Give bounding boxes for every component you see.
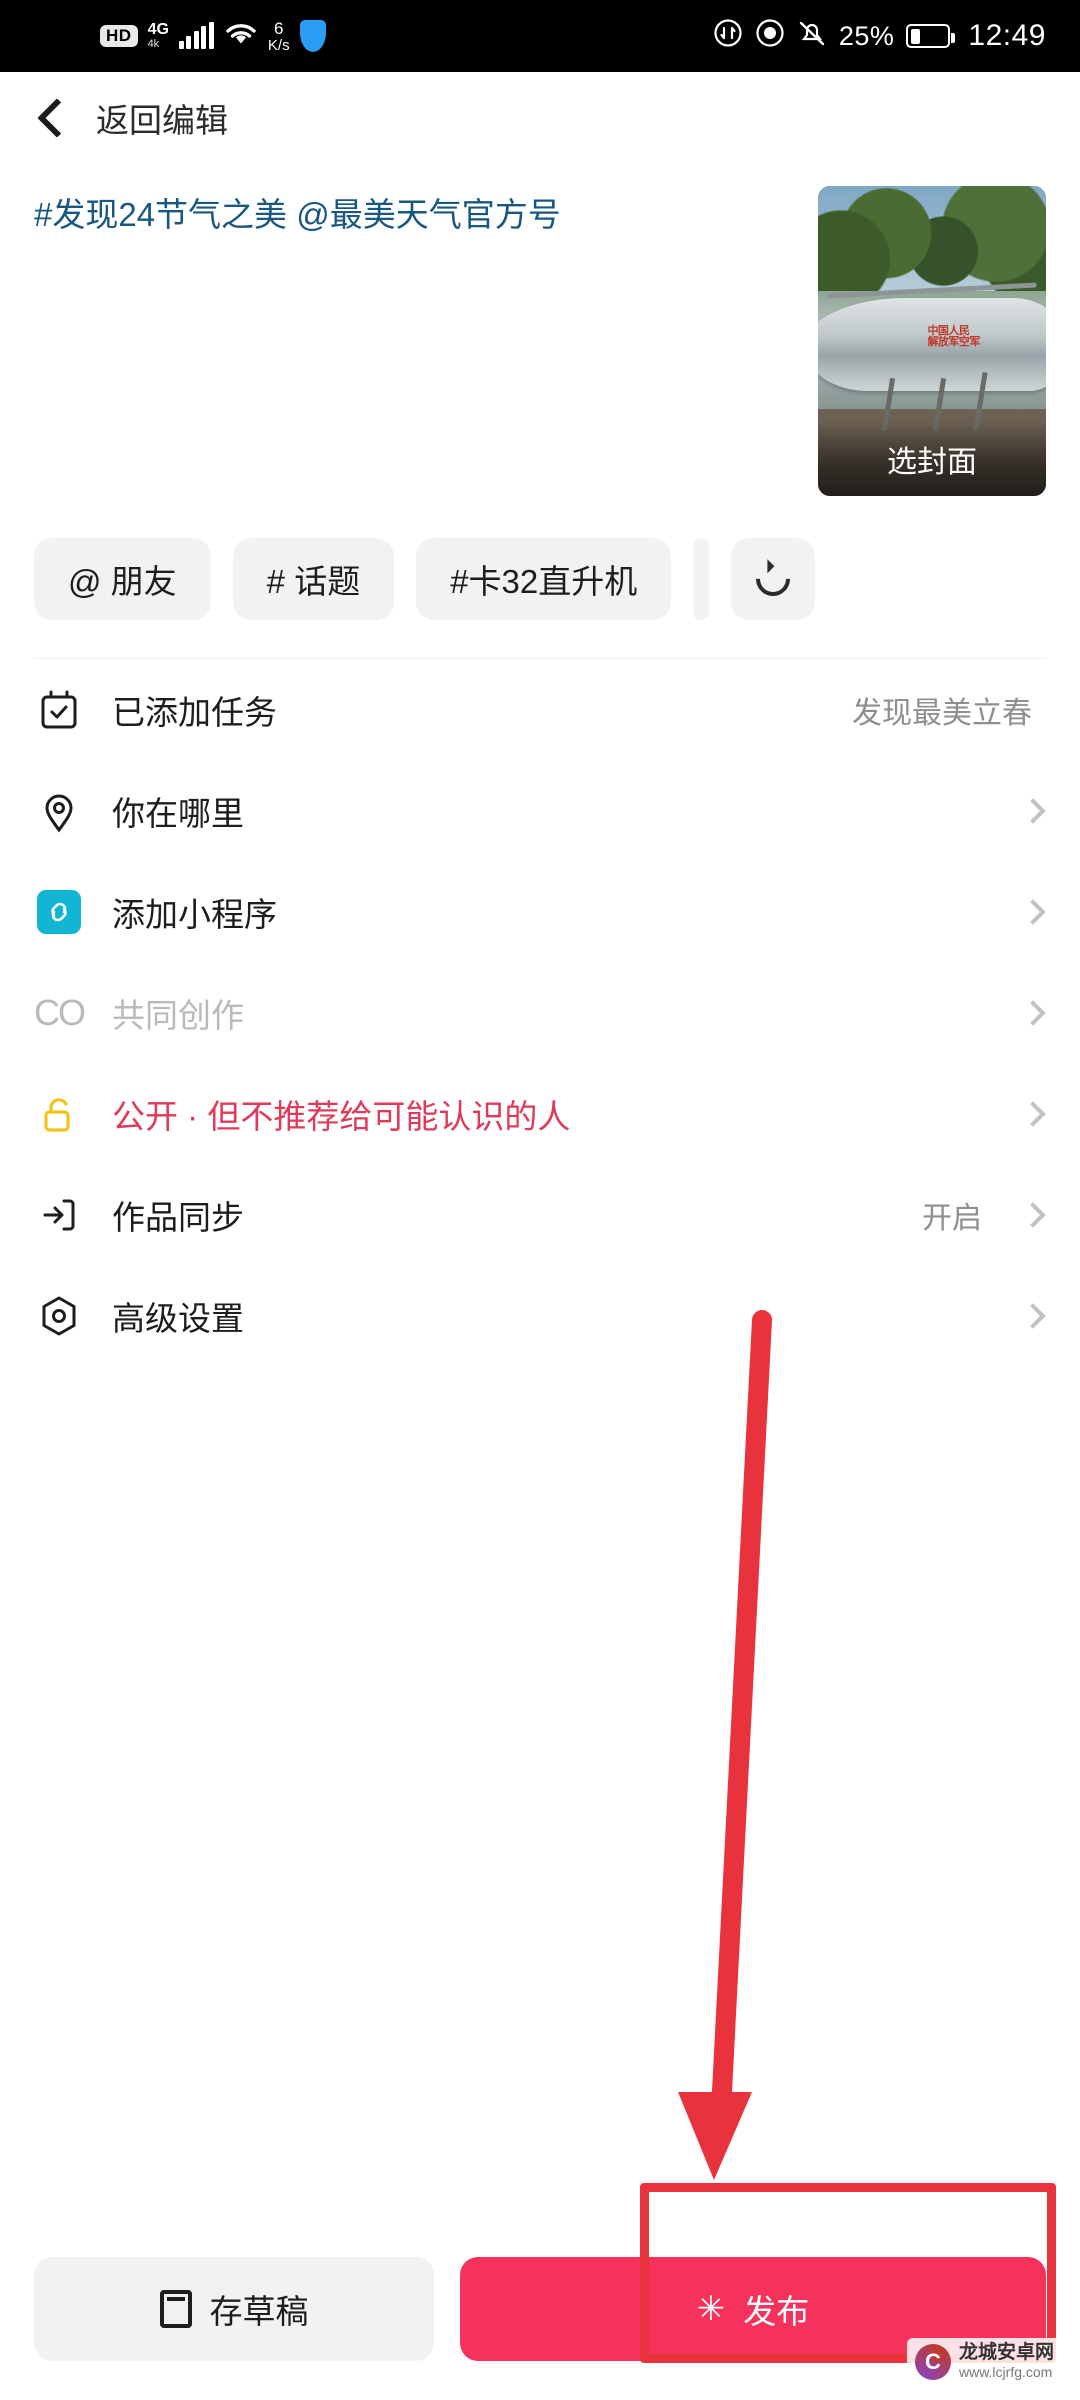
save-draft-label: 存草稿 [209, 2293, 309, 2330]
list-item-added-task[interactable]: 已添加任务 发现最美立春 [34, 659, 1046, 760]
network-sub-label: 4k [147, 38, 160, 50]
mute-icon [797, 18, 827, 55]
list-item-value: 开启 [922, 1201, 982, 1235]
tag-chip-row[interactable]: @ 朋友 # 话题 #卡32直升机 [0, 496, 1080, 620]
chip-tag-ka32[interactable]: #卡32直升机 [416, 538, 672, 620]
data-rate-unit: K/s [267, 36, 290, 54]
list-item-advanced-settings[interactable]: 高级设置 [34, 1265, 1046, 1366]
compose-section: #发现24节气之美 @最美天气官方号 中国人民 解放军空军 选封面 [0, 164, 1080, 496]
chip-refresh[interactable] [731, 538, 816, 620]
network-type-label: 4G [147, 21, 169, 38]
status-bar-left: HD 4G 4k 6 K/s [34, 20, 326, 53]
chevron-right-icon [1020, 797, 1046, 824]
caption-input[interactable]: #发现24节气之美 @最美天气官方号 [34, 186, 792, 496]
co-create-icon: CO [34, 991, 86, 1033]
list-item-co-create[interactable]: CO 共同创作 [34, 962, 1046, 1063]
back-icon[interactable] [34, 101, 68, 135]
battery-percent-label: 25% [838, 20, 895, 51]
refresh-icon [749, 554, 798, 604]
list-item-privacy[interactable]: 公开 · 但不推荐给可能认识的人 [34, 1063, 1046, 1164]
mini-program-icon [34, 887, 84, 937]
signal-icon [178, 22, 214, 49]
chevron-right-icon [1020, 898, 1046, 925]
settings-list: 已添加任务 发现最美立春 你在哪里 添加小程序 CO 共同创作 公开 · 但不推… [0, 659, 1080, 1366]
calendar-check-icon [34, 685, 84, 735]
cover-thumbnail[interactable]: 中国人民 解放军空军 选封面 [818, 186, 1046, 496]
nav-bar: 返回编辑 [0, 72, 1080, 164]
list-item-label: 你在哪里 [112, 794, 244, 832]
data-rate-icon: 6 K/s [268, 20, 290, 53]
status-bar: HD 4G 4k 6 K/s 25% 12:49 [0, 0, 1080, 72]
list-item-label: 公开 · 但不推荐给可能认识的人 [112, 1097, 571, 1135]
chevron-right-icon [1020, 1302, 1046, 1329]
status-bar-right: 25% 12:49 [713, 18, 1046, 55]
watermark: C 龙城安卓网 www.lcjrfg.com [906, 2337, 1062, 2386]
list-item-value: 发现最美立春 [852, 696, 1032, 730]
save-draft-button[interactable]: 存草稿 [34, 2257, 434, 2361]
location-pin-icon [34, 786, 84, 836]
back-to-edit-label[interactable]: 返回编辑 [96, 94, 228, 142]
clock-label: 12:49 [968, 19, 1046, 52]
list-item-label: 作品同步 [112, 1198, 244, 1236]
chevron-right-icon [1020, 1201, 1046, 1228]
eye-icon [755, 18, 785, 55]
hd-icon: HD [100, 25, 138, 47]
network-type-icon: 4G 4k [148, 22, 169, 50]
draft-icon [159, 2290, 192, 2328]
list-item-label: 共同创作 [112, 996, 244, 1034]
list-item-sync-works[interactable]: 作品同步 开启 [34, 1164, 1046, 1265]
battery-icon [906, 24, 956, 48]
publish-label: 发布 [743, 2293, 810, 2330]
wifi-icon [224, 21, 258, 52]
sync-works-icon [34, 1190, 84, 1240]
unlock-icon [34, 1089, 84, 1139]
watermark-logo-icon: C [914, 2343, 951, 2380]
sync-icon [713, 18, 743, 55]
chip-mention-friend[interactable]: @ 朋友 [34, 538, 211, 620]
list-item-label: 高级设置 [112, 1299, 244, 1337]
list-item-mini-program[interactable]: 添加小程序 [34, 861, 1046, 962]
advanced-settings-icon [34, 1291, 84, 1341]
watermark-line2: www.lcjrfg.com [958, 2363, 1053, 2380]
chip-partial-peek[interactable] [693, 538, 710, 620]
thumbnail-trees [818, 186, 1046, 292]
watermark-line1: 龙城安卓网 [958, 2341, 1054, 2363]
select-cover-button[interactable]: 选封面 [818, 422, 1046, 496]
list-item-label: 添加小程序 [112, 895, 277, 933]
chevron-right-icon [1020, 1100, 1046, 1127]
thumbnail-marking: 中国人民 解放军空军 [927, 324, 980, 349]
sparkle-icon: ✳ [696, 2290, 726, 2328]
chip-topic[interactable]: # 话题 [232, 538, 395, 620]
list-item-location[interactable]: 你在哪里 [34, 760, 1046, 861]
chevron-right-icon [1020, 999, 1046, 1026]
data-rate-value: 6 [274, 18, 284, 38]
list-item-label: 已添加任务 [112, 693, 277, 731]
shield-icon [299, 20, 326, 52]
